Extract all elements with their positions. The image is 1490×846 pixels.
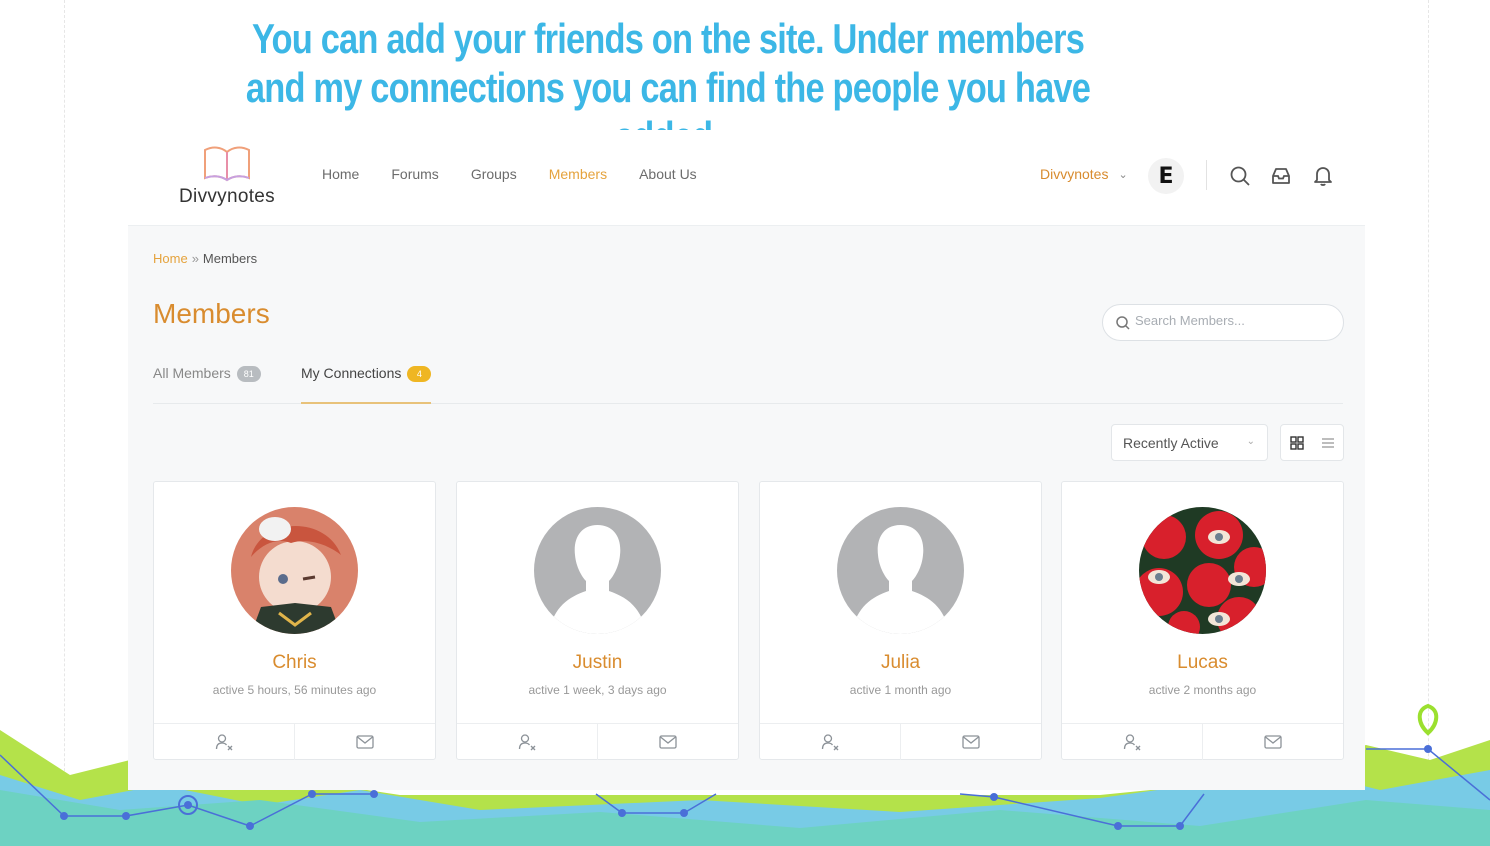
add-friend-button[interactable] (457, 724, 597, 760)
count-badge: 81 (236, 366, 261, 382)
nav-home[interactable]: Home (322, 166, 359, 182)
member-actions (457, 723, 738, 760)
member-last-active: active 1 week, 3 days ago (528, 683, 667, 697)
envelope-icon (962, 735, 980, 749)
page-title: Members (153, 298, 270, 329)
member-name[interactable]: Justin (457, 652, 738, 674)
send-message-button[interactable] (1202, 724, 1343, 760)
list-icon (1321, 437, 1334, 448)
envelope-icon (659, 735, 677, 749)
member-avatar[interactable] (231, 507, 358, 634)
grid-view-button[interactable] (1281, 425, 1312, 460)
send-message-button[interactable] (294, 724, 435, 760)
header-divider (1206, 160, 1207, 190)
member-card: Chris active 5 hours, 56 minutes ago (153, 481, 436, 760)
member-actions (760, 723, 1041, 760)
default-avatar-icon (837, 507, 964, 634)
add-friend-icon (215, 734, 233, 751)
member-name[interactable]: Lucas (1062, 652, 1343, 674)
website-screenshot: Divvynotes Home Forums Groups Members Ab… (128, 130, 1365, 790)
add-friend-icon (821, 734, 839, 751)
sort-selected-value: Recently Active (1123, 435, 1219, 451)
member-card: Julia active 1 month ago (759, 481, 1042, 760)
site-header: Divvynotes Home Forums Groups Members Ab… (128, 130, 1365, 226)
envelope-icon (1264, 735, 1282, 749)
member-name[interactable]: Chris (154, 652, 435, 674)
nav-about-us[interactable]: About Us (639, 166, 697, 182)
add-friend-button[interactable] (1062, 724, 1202, 760)
grid-icon (1289, 435, 1304, 450)
member-actions (1062, 723, 1343, 760)
breadcrumb-current: Members (202, 251, 258, 266)
chevron-down-icon: ⌄ (1246, 436, 1255, 447)
send-message-button[interactable] (597, 724, 738, 760)
member-last-active: active 1 month ago (849, 683, 952, 697)
member-avatar[interactable] (534, 507, 661, 634)
user-avatar[interactable]: E (1148, 158, 1184, 194)
breadcrumb-separator: » (191, 251, 199, 266)
member-card: Lucas active 2 months ago (1061, 481, 1344, 760)
site-logo-text: Divvynotes (179, 186, 275, 207)
view-toggle (1280, 424, 1344, 461)
member-tabs: All Members 81 My Connections 4 (153, 360, 1343, 404)
member-last-active: active 2 months ago (1148, 683, 1257, 697)
envelope-icon (356, 735, 374, 749)
user-name: Divvynotes (1040, 166, 1109, 182)
nav-groups[interactable]: Groups (471, 166, 517, 182)
add-friend-icon (518, 734, 536, 751)
open-book-icon (204, 146, 250, 182)
main-nav: Home Forums Groups Members About Us (322, 166, 697, 182)
inbox-icon[interactable] (1270, 165, 1292, 187)
send-message-button[interactable] (900, 724, 1041, 760)
chevron-down-icon: ⌄ (1118, 168, 1128, 181)
tab-label: My Connections (301, 365, 402, 381)
default-avatar-icon (534, 507, 661, 634)
nav-members[interactable]: Members (549, 166, 607, 182)
search-icon (1116, 316, 1130, 330)
list-view-button[interactable] (1312, 425, 1343, 460)
member-avatar[interactable] (1139, 507, 1266, 634)
breadcrumb-home[interactable]: Home (153, 251, 188, 266)
red-flowers-avatar (1139, 507, 1266, 634)
add-friend-icon (1123, 734, 1141, 751)
site-logo[interactable]: Divvynotes (172, 144, 282, 214)
count-badge: 4 (407, 366, 432, 382)
user-menu[interactable]: Divvynotes ⌄ (1040, 166, 1128, 182)
member-actions (154, 723, 435, 760)
tab-all-members[interactable]: All Members 81 (153, 365, 261, 404)
member-search (1102, 304, 1344, 341)
add-friend-button[interactable] (154, 724, 294, 760)
add-friend-button[interactable] (760, 724, 900, 760)
tab-label: All Members (153, 365, 231, 381)
nav-forums[interactable]: Forums (391, 166, 438, 182)
member-name[interactable]: Julia (760, 652, 1041, 674)
bell-icon[interactable] (1312, 165, 1334, 187)
member-card: Justin active 1 week, 3 days ago (456, 481, 739, 760)
breadcrumb: Home» Members (153, 251, 257, 266)
search-members-input[interactable] (1135, 313, 1325, 328)
sort-dropdown[interactable]: Recently Active ⌄ (1111, 424, 1268, 461)
tab-my-connections[interactable]: My Connections 4 (301, 365, 432, 404)
search-icon[interactable] (1229, 165, 1251, 187)
anime-character-avatar (231, 507, 358, 634)
member-avatar[interactable] (837, 507, 964, 634)
member-last-active: active 5 hours, 56 minutes ago (212, 683, 377, 697)
